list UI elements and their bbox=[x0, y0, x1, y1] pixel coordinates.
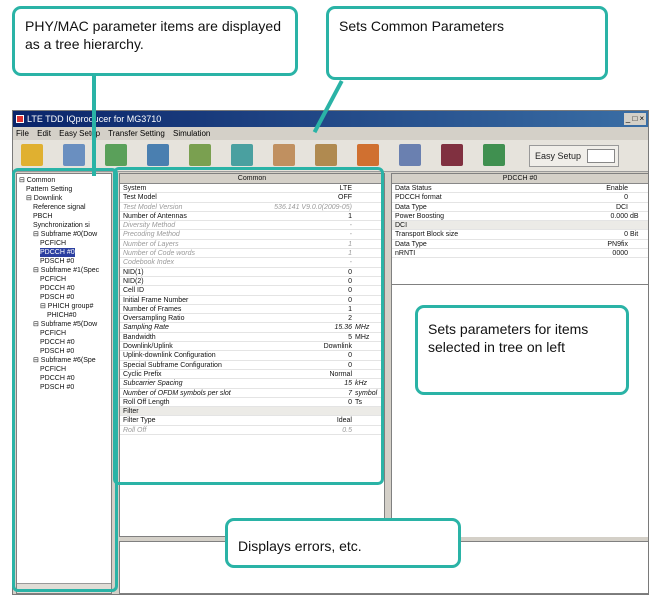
easy-setup-button[interactable]: Easy Setup bbox=[529, 145, 619, 167]
pdcch-param-value[interactable]: 0 bbox=[624, 230, 628, 239]
common-table-highlight-box bbox=[113, 167, 384, 485]
errors-callout-text: Displays errors, etc. bbox=[238, 538, 362, 554]
menu-file[interactable]: File bbox=[16, 129, 29, 138]
save-icon[interactable] bbox=[63, 144, 85, 166]
ccdf-icon[interactable] bbox=[231, 144, 253, 166]
screenshot-root: LTE TDD IQproducer for MG3710 _ □ × File… bbox=[0, 0, 649, 595]
errors-callout: Displays errors, etc. bbox=[225, 518, 461, 568]
pdcch-param-label: PDCCH format bbox=[395, 194, 442, 202]
menu-edit[interactable]: Edit bbox=[37, 129, 51, 138]
pdcch-param-unit: Bit bbox=[630, 231, 639, 239]
easy-setup-preview-icon bbox=[587, 149, 615, 163]
transfer-icon[interactable] bbox=[483, 144, 505, 166]
export-icon[interactable] bbox=[147, 144, 169, 166]
pdcch-row[interactable]: Data Type DCI bbox=[392, 203, 648, 212]
time-domain-icon[interactable] bbox=[399, 144, 421, 166]
pdcch-table-header: PDCCH #0 bbox=[392, 174, 648, 184]
tree-callout-arrow bbox=[92, 76, 96, 176]
fft-icon[interactable] bbox=[273, 144, 295, 166]
pdcch-parameter-table: PDCCH #0 Data Status Enable PDCCH format 0 D… bbox=[391, 173, 648, 285]
open-icon[interactable] bbox=[21, 144, 43, 166]
waveform-icon[interactable] bbox=[357, 144, 379, 166]
pdcch-param-label: Power Boosting bbox=[395, 212, 445, 220]
pdcch-param-value[interactable]: 0.000 bbox=[610, 212, 628, 221]
graph-icon[interactable] bbox=[189, 144, 211, 166]
pdcch-param-label: nRNTI bbox=[395, 250, 416, 258]
pdcch-row[interactable]: Power Boosting 0.000 dB bbox=[392, 212, 648, 222]
pdcch-row[interactable]: nRNTI 0000 bbox=[392, 249, 648, 259]
pdcch-param-value[interactable]: 0 bbox=[624, 193, 628, 202]
pdcch-param-label: Data Status bbox=[395, 185, 432, 192]
pdcch-param-label: Data Type bbox=[395, 203, 427, 211]
pdcch-param-value[interactable]: Enable bbox=[606, 184, 628, 193]
pdcch-param-label: DCI bbox=[395, 222, 408, 230]
tree-callout-text: PHY/MAC parameter items are displayed as… bbox=[25, 18, 281, 52]
calc-icon[interactable] bbox=[105, 144, 127, 166]
constellation-icon[interactable] bbox=[441, 144, 463, 166]
pdcch-param-value[interactable]: PN9fix bbox=[607, 240, 628, 249]
app-icon bbox=[16, 115, 24, 123]
items-callout: Sets parameters for items selected in tr… bbox=[415, 305, 629, 395]
menu-transfer-setting[interactable]: Transfer Setting bbox=[108, 129, 165, 138]
spectrum-icon[interactable] bbox=[315, 144, 337, 166]
window-controls[interactable]: _ □ × bbox=[624, 113, 646, 125]
pdcch-param-value[interactable]: DCI bbox=[616, 203, 628, 212]
common-callout-text: Sets Common Parameters bbox=[339, 18, 504, 34]
title-bar: LTE TDD IQproducer for MG3710 _ □ × bbox=[13, 111, 648, 127]
common-callout: Sets Common Parameters bbox=[326, 6, 608, 80]
tree-callout: PHY/MAC parameter items are displayed as… bbox=[12, 6, 298, 76]
pdcch-param-unit: dB bbox=[630, 212, 639, 220]
items-callout-text: Sets parameters for items selected in tr… bbox=[428, 321, 589, 355]
pdcch-row[interactable]: Data Status Enable bbox=[392, 184, 648, 194]
pdcch-row[interactable]: Data Type PN9fix bbox=[392, 240, 648, 250]
pdcch-row[interactable]: DCI bbox=[392, 221, 648, 231]
menu-bar: File Edit Easy Setup Transfer Setting Si… bbox=[13, 127, 648, 140]
pdcch-row[interactable]: Transport Block size 0 Bit bbox=[392, 230, 648, 240]
menu-simulation[interactable]: Simulation bbox=[173, 129, 210, 138]
pdcch-row[interactable]: PDCCH format 0 bbox=[392, 193, 648, 203]
pdcch-param-label: Data Type bbox=[395, 240, 427, 248]
easy-setup-label: Easy Setup bbox=[535, 151, 582, 161]
pdcch-param-label: Transport Block size bbox=[395, 231, 459, 239]
tree-highlight-box bbox=[12, 168, 118, 592]
pdcch-param-value[interactable]: 0000 bbox=[612, 249, 628, 258]
